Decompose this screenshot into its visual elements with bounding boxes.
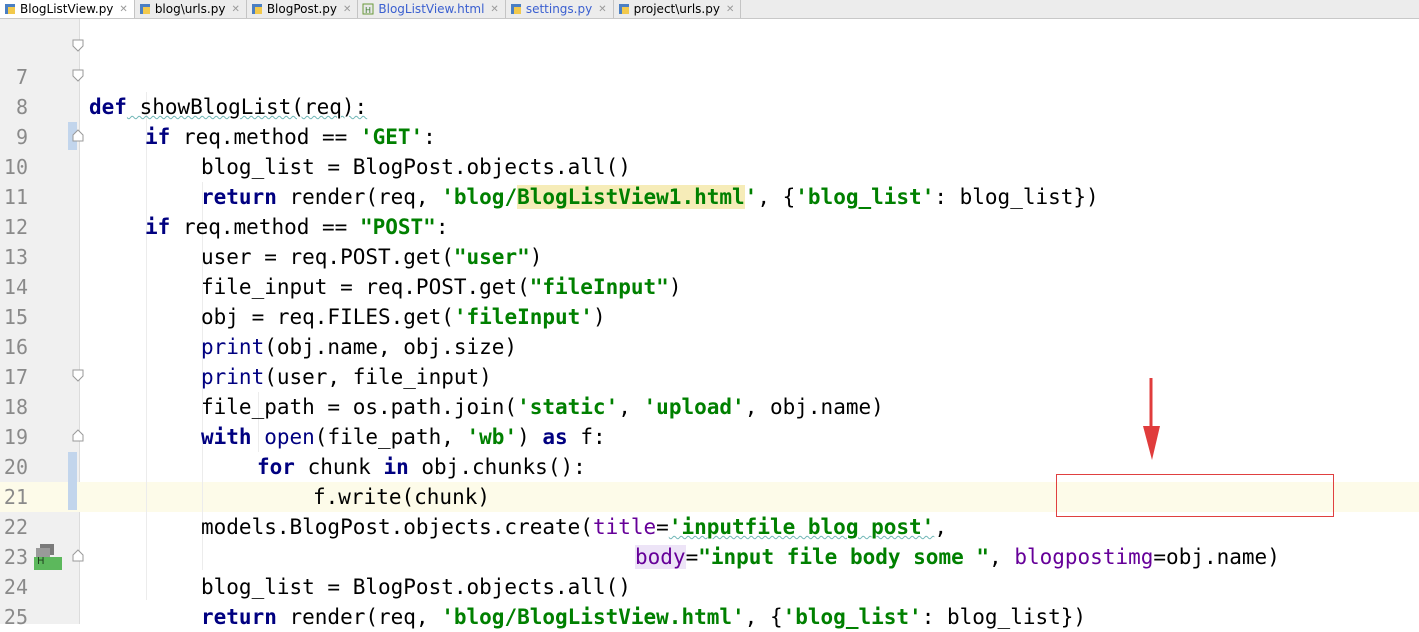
svg-text:H: H: [365, 6, 371, 15]
code-line: 12 user = req.POST.get("user"): [0, 182, 1419, 269]
line-number: 25: [3, 605, 28, 629]
code-text: render(req,: [276, 605, 442, 629]
code-line: 14 obj = req.FILES.get('fileInput'): [0, 242, 1419, 329]
string-literal: 'blog/BlogListView.html': [441, 605, 745, 629]
annotation-highlight-box: [1056, 474, 1334, 517]
tab-blogpost-py[interactable]: BlogPost.py ✕: [247, 0, 359, 18]
close-icon[interactable]: ✕: [598, 4, 606, 15]
code-line: 15 print(obj.name, obj.size): [0, 272, 1419, 359]
tab-blog-urls-py[interactable]: blog\urls.py ✕: [135, 0, 247, 18]
python-file-icon: [618, 3, 630, 15]
tab-label: project\urls.py: [633, 2, 720, 16]
close-icon[interactable]: ✕: [119, 4, 127, 15]
python-file-icon: [139, 3, 151, 15]
code-line: 11 if req.method == "POST":: [0, 152, 1419, 239]
code-text: : blog_list}): [921, 605, 1087, 629]
editor-tab-bar: BlogListView.py ✕ blog\urls.py ✕ BlogPos…: [0, 0, 1419, 19]
keyword: return: [201, 605, 277, 629]
close-icon[interactable]: ✕: [490, 4, 498, 15]
tab-project-urls-py[interactable]: project\urls.py ✕: [614, 0, 742, 18]
close-icon[interactable]: ✕: [343, 4, 351, 15]
code-line: 20 f.write(chunk): [0, 422, 1419, 509]
code-line: 25: [0, 572, 1419, 629]
code-line: 19 for chunk in obj.chunks():: [0, 392, 1419, 479]
tab-label: BlogPost.py: [266, 2, 337, 16]
code-line: 8 if req.method == 'GET':: [0, 62, 1419, 149]
html-file-icon: H: [362, 3, 374, 15]
code-line: 16 print(user, file_input): [0, 302, 1419, 389]
code-line: 9 blog_list = BlogPost.objects.all(): [0, 92, 1419, 179]
python-file-icon: [510, 3, 522, 15]
code-line: 24 return render(req, 'blog/BlogListView…: [0, 542, 1419, 629]
tab-label: BlogListView.html: [378, 2, 485, 16]
code-line: 17 file_path = os.path.join('static', 'u…: [0, 332, 1419, 419]
tab-label: settings.py: [525, 2, 593, 16]
code-line: 7 def showBlogList(req):: [0, 32, 1419, 119]
close-icon[interactable]: ✕: [231, 4, 239, 15]
code-line: 13 file_input = req.POST.get("fileInput"…: [0, 212, 1419, 299]
python-file-icon: [251, 3, 263, 15]
string-literal: 'blog_list': [782, 605, 922, 629]
tab-bloglistview-py[interactable]: BlogListView.py ✕: [0, 0, 135, 18]
code-line: 18 with open(file_path, 'wb') as f:: [0, 362, 1419, 449]
close-icon[interactable]: ✕: [726, 4, 734, 15]
tab-label: BlogListView.py: [20, 2, 114, 16]
tab-settings-py[interactable]: settings.py ✕: [506, 0, 614, 18]
code-text: , {: [744, 605, 783, 629]
tab-bloglistview-html[interactable]: H BlogListView.html ✕: [358, 0, 506, 18]
code-line: 10 return render(req, 'blog/BlogListView…: [0, 122, 1419, 209]
tab-label: blog\urls.py: [154, 2, 226, 16]
annotation-arrow-icon: [1143, 378, 1160, 460]
python-file-icon: [4, 3, 16, 15]
